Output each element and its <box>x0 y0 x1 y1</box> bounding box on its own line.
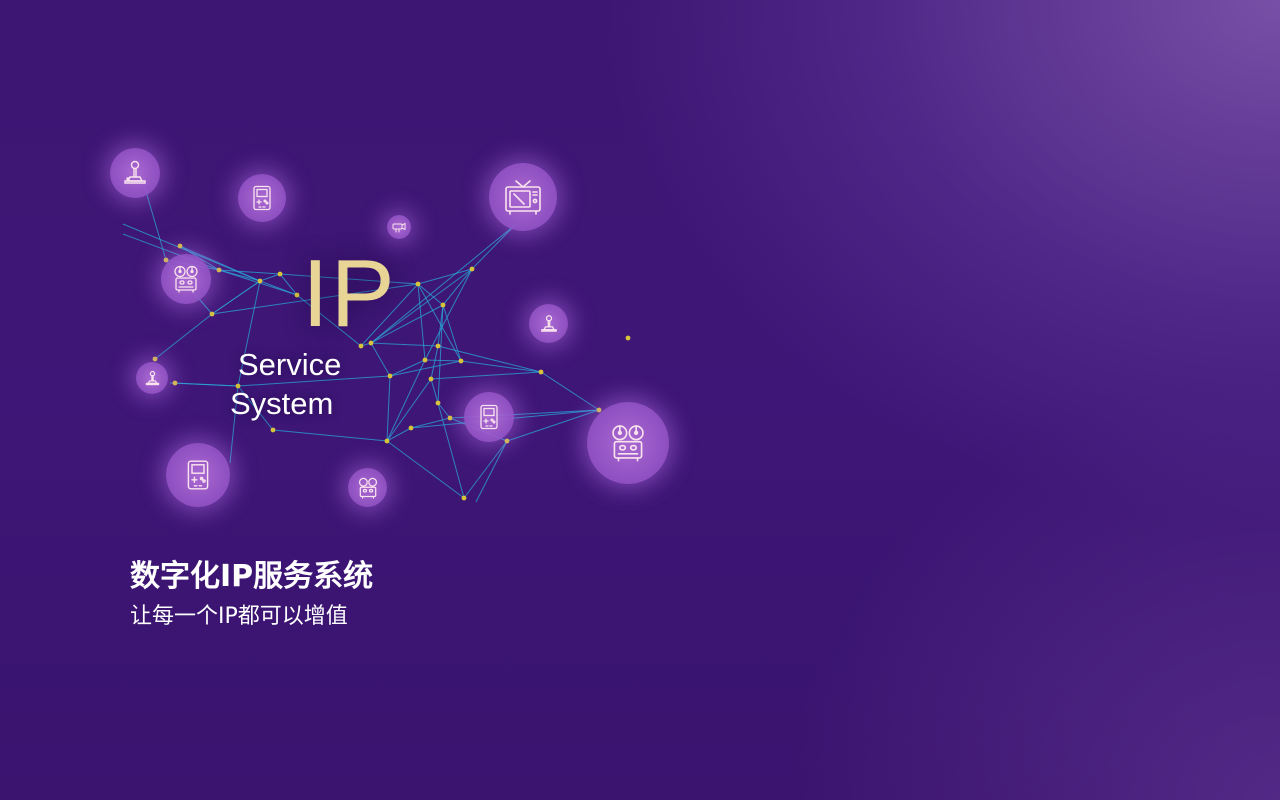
network-node <box>435 400 441 406</box>
film-projector-bubble-1 <box>161 254 211 304</box>
network-edge <box>430 345 439 380</box>
network-node <box>447 415 453 421</box>
network-node <box>152 356 158 362</box>
network-node <box>216 267 222 273</box>
network-node <box>270 427 276 433</box>
network-node <box>415 281 421 287</box>
network-edge <box>389 359 426 377</box>
network-graph <box>122 187 631 503</box>
network-node <box>209 311 215 317</box>
joystick-bubble-3 <box>136 362 168 394</box>
network-edge <box>389 360 462 377</box>
retro-tv-icon <box>505 180 541 215</box>
network-node <box>408 425 414 431</box>
joystick-bubble-1 <box>110 148 160 198</box>
film-projector-icon <box>612 425 644 462</box>
handheld-bubble-2 <box>464 392 514 442</box>
network-edge <box>386 375 391 442</box>
film-projector-icon <box>174 265 198 293</box>
network-edge <box>259 273 281 282</box>
network-edge <box>272 429 388 442</box>
network-edge <box>460 360 542 373</box>
network-node <box>257 278 263 284</box>
network-edge <box>154 313 213 360</box>
network-node <box>422 357 428 363</box>
network-node <box>504 438 510 444</box>
network-node <box>384 438 390 444</box>
joystick-icon <box>124 160 146 184</box>
joystick-bubble-2 <box>529 304 568 343</box>
network-node <box>177 243 183 249</box>
network-edge <box>370 342 391 377</box>
joystick-icon <box>145 370 159 385</box>
handheld-console-icon <box>253 185 271 211</box>
network-node <box>294 292 300 298</box>
network-node <box>625 335 631 341</box>
network-node <box>428 376 434 382</box>
network-node <box>440 302 446 308</box>
network-edge <box>463 440 508 499</box>
network-edge <box>424 359 462 362</box>
handheld-console-icon <box>187 460 209 490</box>
network-edge <box>437 345 542 373</box>
network-edge <box>386 378 432 442</box>
film-projector-icon <box>358 477 377 499</box>
network-node <box>277 271 283 277</box>
network-node <box>469 266 475 272</box>
network-edge <box>386 440 465 499</box>
handheld-bubble-1 <box>238 174 286 222</box>
film-projector-bubble-3 <box>348 468 387 507</box>
network-node <box>458 358 464 364</box>
network-node <box>172 380 178 386</box>
handheld-bubble-3 <box>166 443 230 507</box>
network-node <box>435 343 441 349</box>
projector-icon <box>392 222 406 233</box>
network-edge <box>475 440 508 503</box>
network-edge <box>437 304 444 404</box>
film-projector-bubble-2 <box>587 402 669 484</box>
hero-service-label: Service <box>238 347 342 382</box>
page-title: 数字化IP服务系统 <box>130 559 374 594</box>
network-node <box>461 495 467 501</box>
network-edge <box>471 224 516 270</box>
handheld-console-icon <box>480 404 498 430</box>
network-edge <box>211 280 261 315</box>
network-node <box>538 369 544 375</box>
network-edge <box>169 382 239 387</box>
hero-system-label: System <box>230 386 334 421</box>
hero-ip-label: IP <box>302 240 397 347</box>
network-edge <box>430 378 439 404</box>
network-edge <box>144 187 167 261</box>
projector-bubble-small <box>387 215 411 239</box>
page-subtitle: 让每一个IP都可以增值 <box>130 604 348 629</box>
retro-tv-bubble <box>489 163 557 231</box>
network-edge <box>424 268 473 361</box>
network-edge <box>430 371 542 380</box>
network-node <box>387 373 393 379</box>
joystick-icon <box>540 314 557 332</box>
network-edge <box>540 371 600 411</box>
